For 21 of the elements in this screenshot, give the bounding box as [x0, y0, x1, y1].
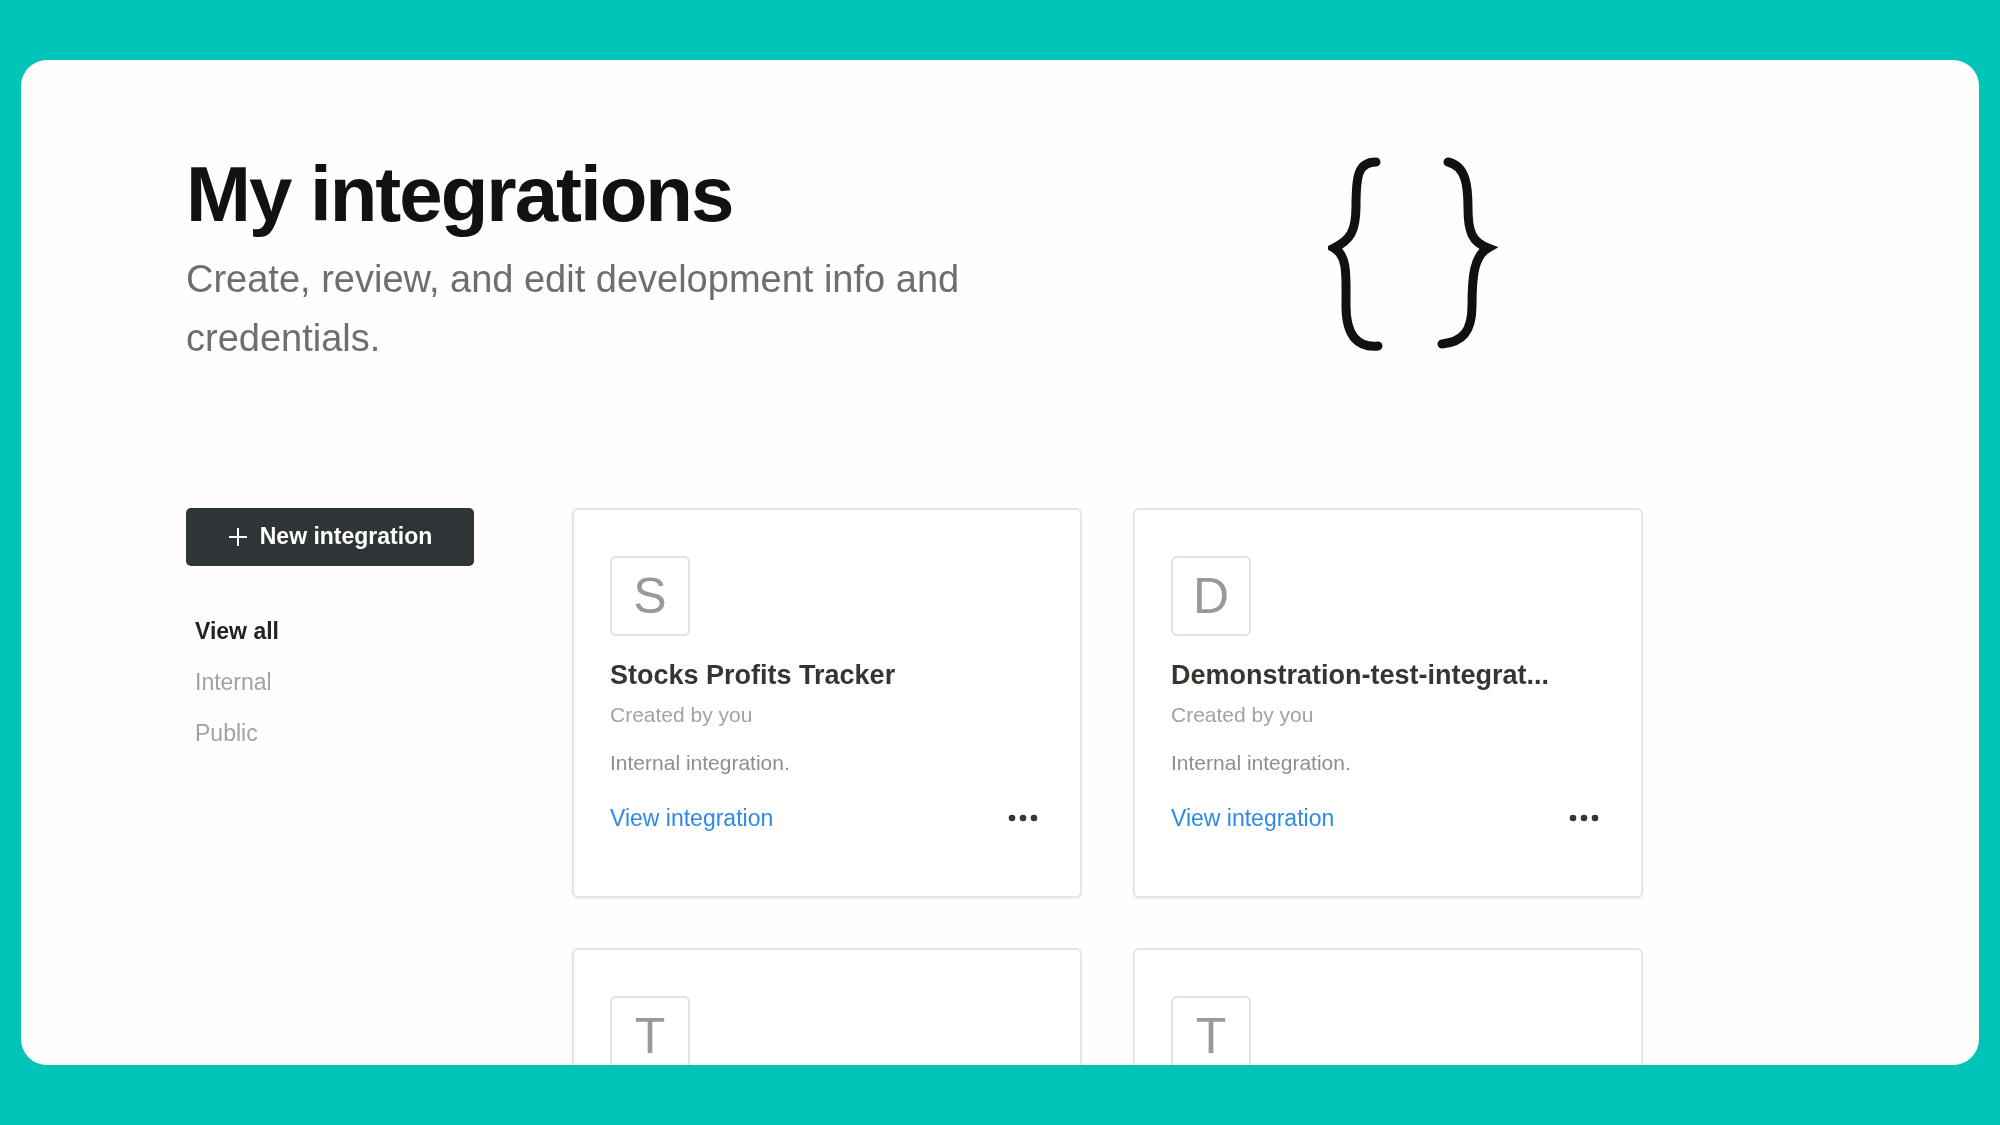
more-icon	[1008, 814, 1038, 823]
filter-link[interactable]: Public	[195, 719, 258, 747]
integration-initial: T	[610, 995, 690, 1065]
integration-initial: S	[610, 555, 690, 636]
page-subtitle: Create, review, and edit development info and credentials.	[186, 256, 961, 361]
integration-initial: T	[1171, 995, 1251, 1065]
integration-name: Demonstration-test-integrat...	[1171, 659, 1551, 691]
integration-creator: Created by you	[1171, 702, 1315, 727]
view-integration-link[interactable]: View integration	[610, 804, 774, 832]
plus-icon	[227, 526, 248, 547]
integration-creator: Created by you	[610, 702, 754, 727]
integration-name: Stocks Profits Tracker	[610, 659, 897, 691]
new-integration-button[interactable]: New integration	[186, 507, 474, 566]
integration-initial: D	[1171, 555, 1251, 636]
view-integration-link[interactable]: View integration	[1171, 804, 1335, 832]
filter-link[interactable]: Internal	[195, 668, 272, 696]
page-title: My integrations	[186, 149, 734, 240]
filter-link[interactable]: View all	[195, 617, 279, 645]
more-icon	[1569, 814, 1599, 823]
integration-type: Internal integration.	[610, 750, 791, 775]
integration-type: Internal integration.	[1171, 750, 1352, 775]
